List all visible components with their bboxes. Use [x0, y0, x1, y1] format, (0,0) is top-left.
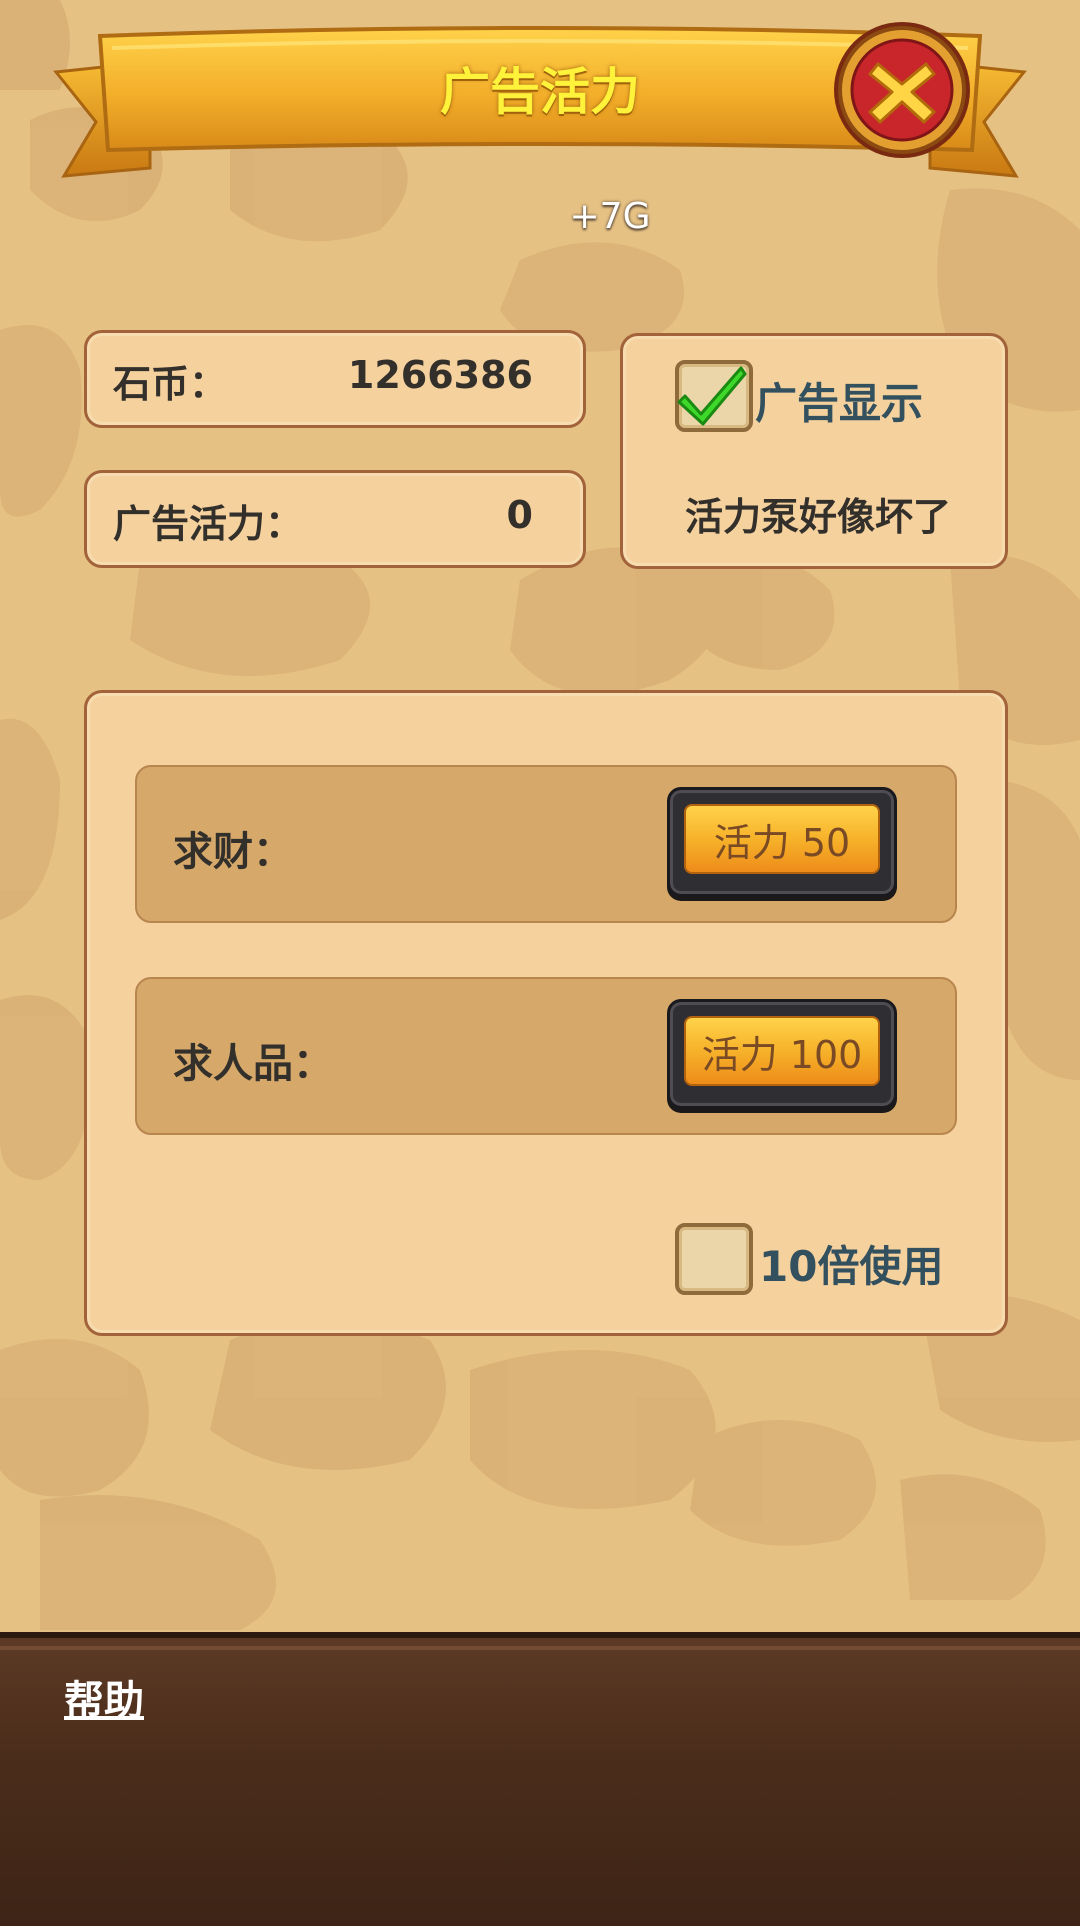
coins-panel: 石币： 1266386	[84, 330, 586, 428]
fortune-row: 求财： 活力 50	[135, 765, 957, 923]
luck-label: 求人品：	[173, 1041, 333, 1087]
ad-vitality-value: 0	[506, 493, 533, 537]
ad-display-panel: 广告显示 活力泵好像坏了	[620, 333, 1008, 569]
fortune-label: 求财：	[173, 829, 293, 875]
ad-display-checkbox[interactable]	[675, 360, 753, 432]
close-button[interactable]	[830, 18, 974, 162]
ad-display-label: 广告显示	[755, 379, 924, 428]
luck-row: 求人品： 活力 100	[135, 977, 957, 1135]
reward-text: +7G	[569, 196, 651, 237]
coins-label: 石币：	[113, 362, 228, 406]
ad-vitality-label: 广告活力：	[113, 502, 304, 546]
help-link[interactable]: 帮助	[64, 1668, 144, 1726]
page-title: 广告活力	[440, 63, 640, 121]
multiplier-label: 10倍使用	[759, 1242, 944, 1291]
bottom-bar: 帮助	[0, 1632, 1080, 1926]
multiplier-checkbox[interactable]	[675, 1223, 753, 1295]
ad-vitality-panel: 广告活力： 0	[84, 470, 586, 568]
luck-button[interactable]: 活力 100	[667, 999, 897, 1109]
fortune-button[interactable]: 活力 50	[667, 787, 897, 897]
pump-status-text: 活力泵好像坏了	[685, 495, 952, 539]
coins-value: 1266386	[347, 353, 533, 397]
checkmark-icon	[677, 366, 747, 426]
fortune-button-label: 活力 50	[684, 804, 880, 874]
luck-button-label: 活力 100	[684, 1016, 880, 1086]
actions-panel: 求财： 活力 50 求人品： 活力 100 10倍使用	[84, 690, 1008, 1336]
